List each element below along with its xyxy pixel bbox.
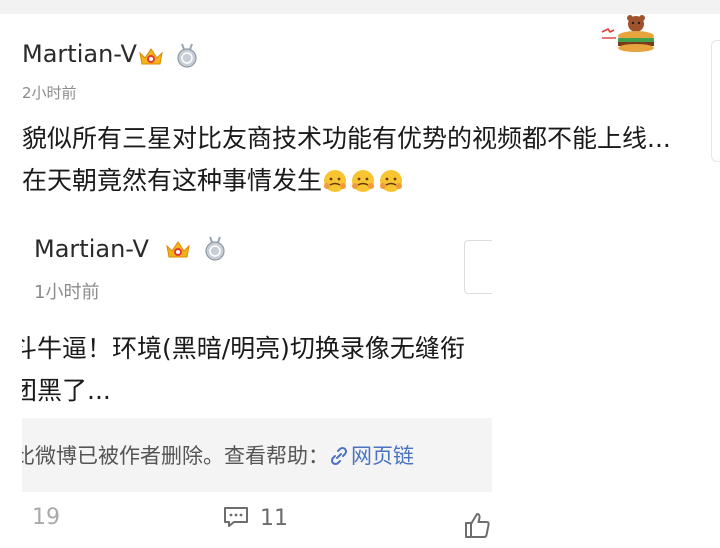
post-text-line-1: 貌似所有三星对比友商技术功能有优势的视频都不能上线... (22, 124, 671, 153)
repost-text-line-2: 团黑了... (22, 376, 111, 405)
post-text: 貌似所有三星对比友商技术功能有优势的视频都不能上线... 在天朝竟然有这种事情发… (22, 118, 718, 203)
post-text-line-2-text: 在天朝竟然有这种事情发生 (22, 166, 323, 195)
deleted-notice-text: 比微博已被作者删除。查看帮助： (22, 444, 329, 468)
deleted-notice: 比微博已被作者删除。查看帮助： 网页链 (22, 440, 414, 470)
top-strip (0, 0, 720, 14)
vip-crown-icon[interactable] (165, 238, 191, 260)
link-icon (330, 446, 348, 466)
repost-author-name[interactable]: Martian-V (34, 235, 149, 263)
comment-count: 11 (260, 506, 288, 531)
deleted-notice-box: 比微博已被作者删除。查看帮助： 网页链 (22, 418, 492, 492)
post-time: 2小时前 (22, 84, 77, 102)
repost-count-button[interactable]: 19 (32, 505, 60, 530)
help-link[interactable]: 网页链 (329, 444, 414, 468)
help-link-label[interactable]: 网页链 (351, 444, 414, 468)
face-emoji-icon (324, 170, 347, 192)
post-text-line-2: 在天朝竟然有这种事情发生 (22, 160, 718, 203)
post-author-name[interactable]: Martian-V (22, 40, 137, 68)
bear-burger-sticker-icon (601, 15, 654, 52)
comment-icon (224, 507, 248, 527)
medal-icon[interactable] (176, 43, 198, 69)
repost-text-line-1: 斗牛逼！环境(黑暗/明亮)切换录像无缝衔 (22, 334, 465, 363)
thumbs-up-icon[interactable] (462, 510, 492, 540)
repost-thumbnail[interactable] (464, 240, 492, 294)
emoji-row (322, 161, 406, 203)
medal-icon[interactable] (204, 236, 226, 262)
repost-text: 斗牛逼！环境(黑暗/明亮)切换录像无缝衔 团黑了... (22, 328, 465, 412)
comment-button[interactable]: 11 (222, 505, 288, 531)
vip-crown-icon[interactable] (138, 45, 164, 67)
face-emoji-icon (352, 170, 375, 192)
repost-card[interactable]: Martian-V 1小时前 斗牛逼！环境(黑暗/明亮)切换录像无缝衔 团黑了.… (22, 220, 492, 548)
repost-time: 1小时前 (34, 282, 100, 303)
face-emoji-icon (380, 170, 403, 192)
